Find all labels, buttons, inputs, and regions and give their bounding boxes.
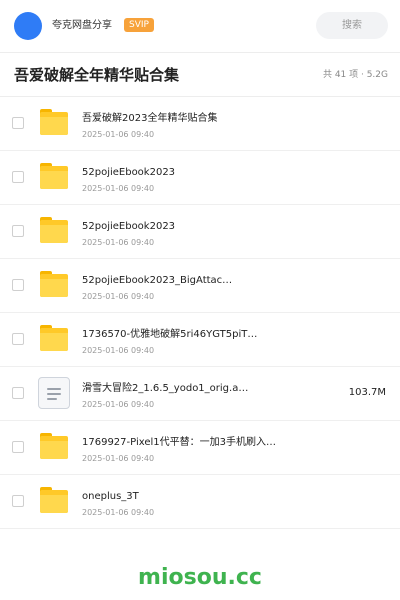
- item-name: 吾爱破解2023全年精华贴合集: [82, 113, 218, 124]
- select-checkbox[interactable]: [12, 387, 24, 399]
- item-name: 滑雪大冒险2_1.6.5_yodo1_orig.a…: [82, 383, 249, 394]
- header-divider: [0, 52, 400, 53]
- list-item[interactable]: 52pojieEbook2023 2025-01-06 09:40: [0, 205, 400, 259]
- item-date: 2025-01-06 09:40: [82, 400, 155, 409]
- item-date: 2025-01-06 09:40: [82, 346, 155, 355]
- watermark: miosou.cc: [138, 565, 262, 590]
- item-summary: 共 41 项 · 5.2G: [322, 70, 388, 80]
- search-button[interactable]: 搜索: [316, 12, 388, 39]
- item-name: oneplus_3T: [82, 491, 139, 502]
- page-title: 吾爱破解全年精华贴合集: [14, 66, 180, 84]
- list-item[interactable]: 1769927-Pixel1代平替：一加3手机刷入… 2025-01-06 09:…: [0, 421, 400, 475]
- app-name: 夸克网盘分享: [52, 20, 112, 31]
- item-date: 2025-01-06 09:40: [82, 238, 155, 247]
- folder-icon: [40, 433, 68, 459]
- item-name: 1736570-优雅地破解5ri46YGT5piT…: [82, 329, 258, 340]
- folder-icon: [40, 109, 68, 135]
- list-item[interactable]: 52pojieEbook2023_BigAttac… 2025-01-06 09:…: [0, 259, 400, 313]
- select-checkbox[interactable]: [12, 441, 24, 453]
- select-checkbox[interactable]: [12, 495, 24, 507]
- folder-icon: [40, 325, 68, 351]
- list-item[interactable]: 滑雪大冒险2_1.6.5_yodo1_orig.a… 2025-01-06 09:…: [0, 367, 400, 421]
- item-size: 103.7M: [348, 387, 386, 398]
- select-checkbox[interactable]: [12, 333, 24, 345]
- item-name: 52pojieEbook2023: [82, 167, 176, 178]
- list-item[interactable]: 1736570-优雅地破解5ri46YGT5piT… 2025-01-06 09:…: [0, 313, 400, 367]
- item-name: 52pojieEbook2023: [82, 221, 176, 232]
- item-date: 2025-01-06 09:40: [82, 184, 155, 193]
- select-checkbox[interactable]: [12, 279, 24, 291]
- list-item[interactable]: 吾爱破解2023全年精华贴合集 2025-01-06 09:40: [0, 97, 400, 151]
- item-date: 2025-01-06 09:40: [82, 508, 155, 517]
- item-name: 52pojieEbook2023_BigAttac…: [82, 275, 233, 286]
- folder-icon: [40, 217, 68, 243]
- avatar[interactable]: [14, 12, 42, 40]
- folder-icon: [40, 271, 68, 297]
- item-name: 1769927-Pixel1代平替：一加3手机刷入…: [82, 437, 276, 448]
- list-item[interactable]: 52pojieEbook2023 2025-01-06 09:40: [0, 151, 400, 205]
- file-list: 吾爱破解2023全年精华贴合集 2025-01-06 09:40 52pojieEb…: [0, 97, 400, 529]
- select-checkbox[interactable]: [12, 117, 24, 129]
- folder-icon: [40, 163, 68, 189]
- select-checkbox[interactable]: [12, 225, 24, 237]
- item-date: 2025-01-06 09:40: [82, 130, 155, 139]
- top-bar: 夸克网盘分享 SVIP 搜索: [0, 0, 400, 52]
- file-icon: [38, 377, 70, 409]
- folder-icon: [40, 487, 68, 513]
- select-checkbox[interactable]: [12, 171, 24, 183]
- svip-badge: SVIP: [124, 18, 154, 32]
- item-date: 2025-01-06 09:40: [82, 292, 155, 301]
- list-item[interactable]: oneplus_3T 2025-01-06 09:40: [0, 475, 400, 529]
- item-date: 2025-01-06 09:40: [82, 454, 155, 463]
